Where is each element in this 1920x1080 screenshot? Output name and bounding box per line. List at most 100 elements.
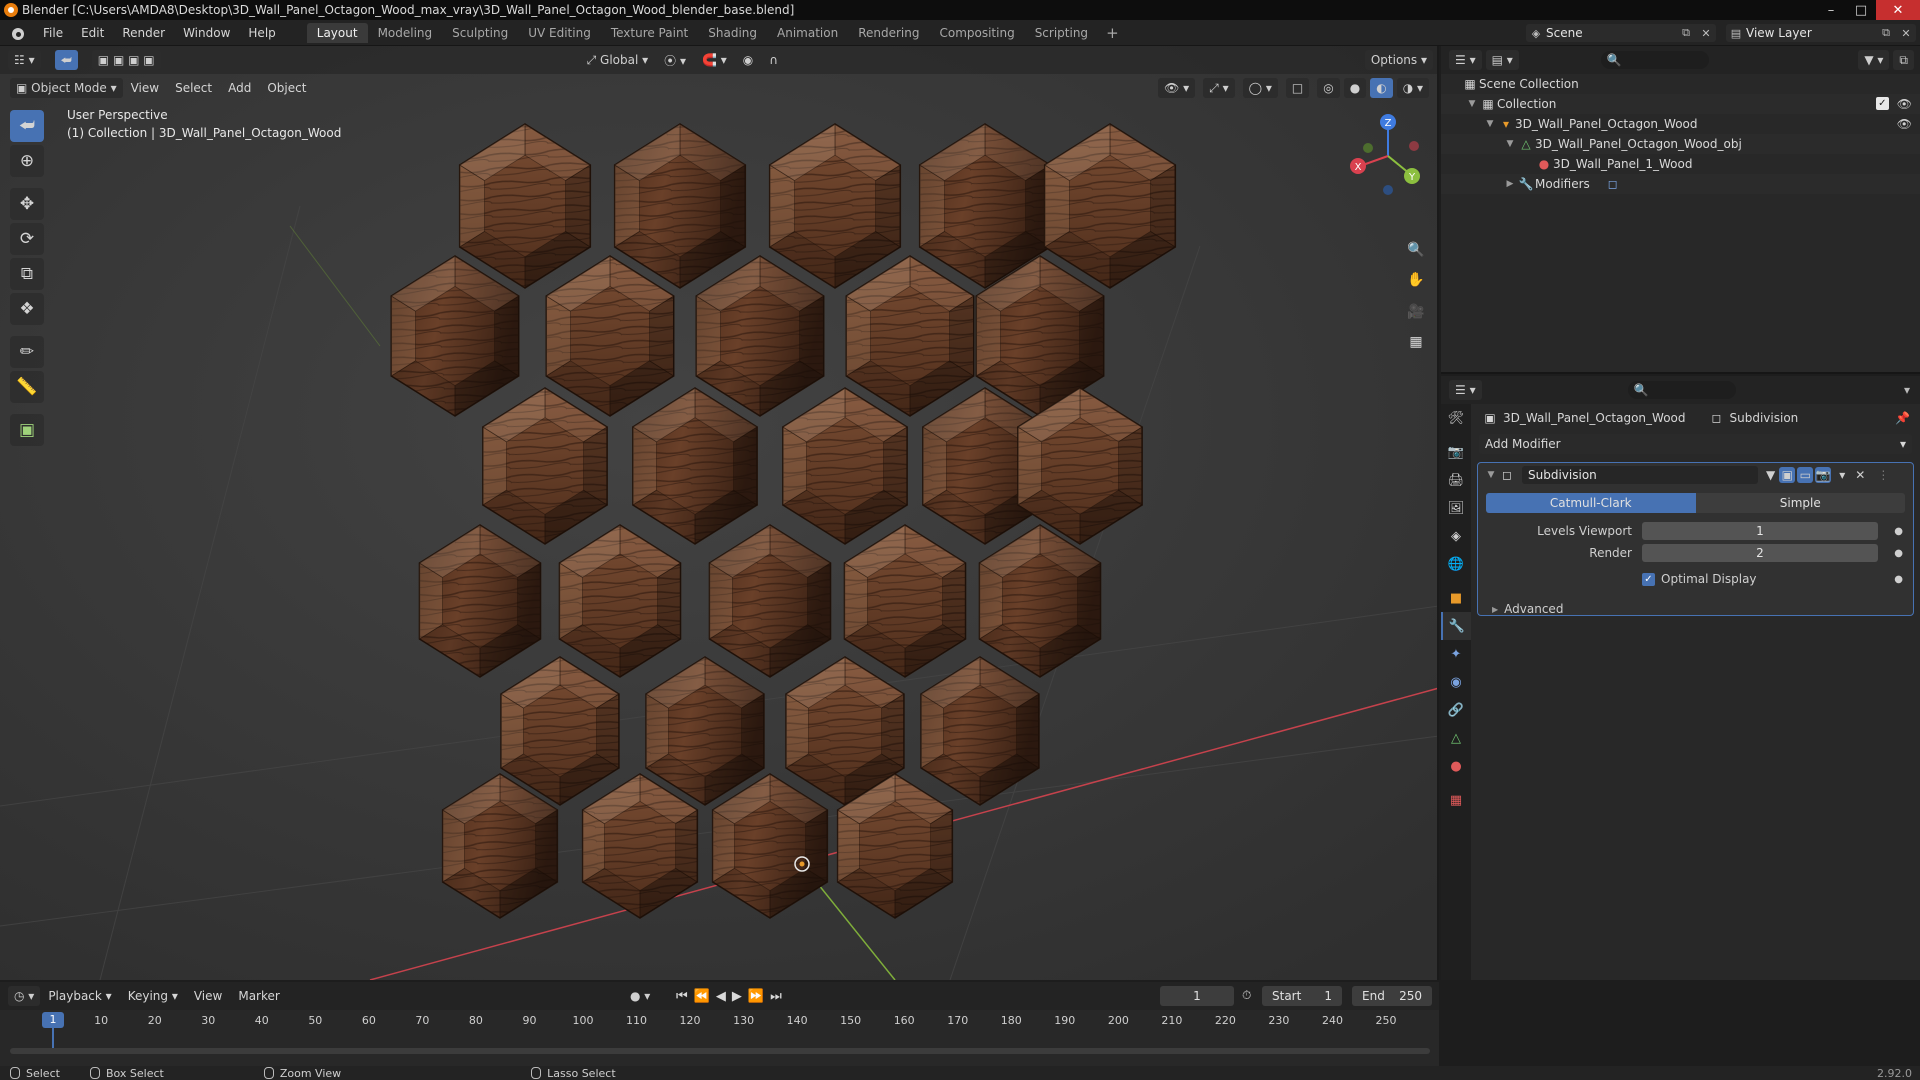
minimize-button[interactable]: – <box>1816 0 1846 20</box>
world-tab-icon[interactable]: 🌐 <box>1441 550 1471 578</box>
render-levels-field[interactable]: 2 <box>1642 544 1878 562</box>
viewport-display-toggle[interactable]: ▭ <box>1797 467 1814 483</box>
visibility-eye-icon[interactable]: 👁 <box>1897 117 1912 131</box>
proportional-falloff-dropdown[interactable]: ∩ <box>763 50 785 70</box>
filter-icon[interactable]: ▼ ▾ <box>1858 50 1890 70</box>
copy-icon[interactable]: ⧉ <box>1876 24 1896 42</box>
maximize-button[interactable]: □ <box>1846 0 1876 20</box>
view-layer-selector[interactable]: ▤ View Layer ⧉ ✕ <box>1726 24 1916 42</box>
shading-rendered-button[interactable]: ◑ ▾ <box>1396 78 1429 98</box>
remove-icon[interactable]: ✕ <box>1896 24 1916 42</box>
display-mode-dropdown[interactable]: ▤ ▾ <box>1485 50 1519 70</box>
menu-help[interactable]: Help <box>239 20 284 46</box>
timeline-scrollbar[interactable] <box>10 1048 1430 1054</box>
snap-toggle[interactable]: 🧲 ▾ <box>695 50 733 70</box>
collapse-arrow-icon[interactable]: ▶ <box>1503 179 1517 189</box>
outliner-editor-type-button[interactable]: ☰ ▾ <box>1449 50 1482 70</box>
constraints-tab-icon[interactable]: 🔗 <box>1441 696 1471 724</box>
timeline-menu-playback[interactable]: Playback ▾ <box>40 989 119 1003</box>
expand-arrow-icon[interactable]: ▼ <box>1465 99 1479 109</box>
tab-rendering[interactable]: Rendering <box>848 23 929 43</box>
menu-render[interactable]: Render <box>113 20 174 46</box>
tab-uv-editing[interactable]: UV Editing <box>518 23 601 43</box>
tab-sculpting[interactable]: Sculpting <box>442 23 518 43</box>
pivot-point-dropdown[interactable]: ⦿ ▾ <box>658 50 692 70</box>
catmull-clark-option[interactable]: Catmull-Clark <box>1486 493 1696 513</box>
visibility-eye-icon[interactable]: 👁 <box>1897 97 1912 111</box>
outliner-row-material[interactable]: ● 3D_Wall_Panel_1_Wood <box>1441 154 1920 174</box>
menu-file[interactable]: File <box>34 20 72 46</box>
tab-texture-paint[interactable]: Texture Paint <box>601 23 698 43</box>
end-frame-field[interactable]: End 250 <box>1352 986 1432 1006</box>
auto-keying-toggle[interactable]: ● ▾ <box>630 989 650 1003</box>
next-keyframe-icon[interactable]: ⏩ <box>748 989 770 1004</box>
visibility-dropdown[interactable]: 👁 ▾ <box>1158 78 1196 98</box>
texture-tab-icon[interactable]: ▦ <box>1441 786 1471 814</box>
shading-wireframe-button[interactable]: ◎ <box>1317 78 1340 98</box>
modifier-menu-icon[interactable]: ▾ <box>1839 468 1845 482</box>
select-tool-button[interactable]: ⮨ <box>54 50 78 70</box>
material-tab-icon[interactable]: ● <box>1441 752 1471 780</box>
add-modifier-dropdown[interactable]: Add Modifier ▾ <box>1479 434 1912 454</box>
play-reverse-icon[interactable]: ◀ <box>716 989 732 1004</box>
realtime-display-toggle[interactable]: ▣ <box>1779 467 1796 483</box>
tab-modeling[interactable]: Modeling <box>368 23 443 43</box>
prev-keyframe-icon[interactable]: ⏪ <box>694 989 716 1004</box>
keyframe-dot-icon[interactable]: ● <box>1894 574 1903 585</box>
viewport-menu-view[interactable]: View <box>123 81 167 95</box>
outliner-scene-collection[interactable]: ▦ Scene Collection <box>1441 74 1920 94</box>
viewport-menu-object[interactable]: Object <box>259 81 314 95</box>
drag-handle-icon[interactable]: ⋮ <box>1877 468 1889 482</box>
outliner-row-modifiers[interactable]: ▶ 🔧 Modifiers ◻ <box>1441 174 1920 194</box>
select-box-tool-icon[interactable]: ⮨ <box>10 110 44 142</box>
tab-layout[interactable]: Layout <box>306 22 368 43</box>
close-button[interactable]: ✕ <box>1876 0 1920 20</box>
blender-logo-icon[interactable] <box>10 25 26 41</box>
menu-edit[interactable]: Edit <box>72 20 113 46</box>
remove-modifier-icon[interactable]: ✕ <box>1855 468 1865 482</box>
gizmo-toggle[interactable]: ⤢ ▾ <box>1203 78 1235 98</box>
move-tool-icon[interactable]: ✥ <box>10 188 44 220</box>
options-dropdown[interactable]: Options ▾ <box>1364 50 1433 70</box>
proportional-editing-toggle[interactable]: ◉ <box>736 50 760 70</box>
shading-solid-button[interactable]: ● <box>1343 78 1367 98</box>
playhead-frame-badge[interactable]: 1 <box>42 1012 64 1028</box>
exclude-checkbox[interactable]: ✓ <box>1875 97 1889 110</box>
outliner-row-mesh[interactable]: ▼ △ 3D_Wall_Panel_Octagon_Wood_obj <box>1441 134 1920 154</box>
jump-end-icon[interactable]: ⏭ <box>770 989 788 1004</box>
play-icon[interactable]: ▶ <box>732 989 748 1004</box>
stopwatch-icon[interactable]: ⏱ <box>1242 988 1251 1003</box>
modifier-name-input[interactable]: Subdivision <box>1522 466 1758 484</box>
new-collection-icon[interactable]: ⧉ <box>1893 50 1914 70</box>
render-tab-icon[interactable]: 📷 <box>1441 438 1471 466</box>
start-frame-field[interactable]: Start 1 <box>1262 986 1342 1006</box>
tab-scripting[interactable]: Scripting <box>1025 23 1098 43</box>
add-cube-tool-icon[interactable]: ▣ <box>10 414 44 446</box>
pin-icon[interactable]: 📌 <box>1895 411 1910 425</box>
keyframe-dot-icon[interactable]: ● <box>1894 526 1903 537</box>
editor-type-button[interactable]: ☷ ▾ <box>8 50 41 70</box>
expand-arrow-icon[interactable]: ▼ <box>1503 139 1517 149</box>
camera-view-icon[interactable]: 🎥 <box>1402 298 1430 326</box>
tab-compositing[interactable]: Compositing <box>929 23 1024 43</box>
rotate-tool-icon[interactable]: ⟳ <box>10 223 44 255</box>
timeline-menu-view[interactable]: View <box>186 989 230 1003</box>
zoom-icon[interactable]: 🔍 <box>1402 236 1430 264</box>
copy-icon[interactable]: ⧉ <box>1676 24 1696 42</box>
editmode-toggle-icon[interactable]: ▼ <box>1766 468 1775 482</box>
cursor-tool-icon[interactable]: ⊕ <box>10 145 44 177</box>
levels-viewport-field[interactable]: 1 <box>1642 522 1878 540</box>
optimal-display-checkbox[interactable]: ✓ <box>1642 572 1655 586</box>
simple-option[interactable]: Simple <box>1695 493 1905 513</box>
select-mode-buttons[interactable]: ▣ ▣ ▣ ▣ <box>91 50 161 70</box>
ortho-grid-icon[interactable]: ▦ <box>1402 328 1430 356</box>
tool-tab-icon[interactable]: 🛠 <box>1441 404 1471 432</box>
outliner-row-object[interactable]: ▼ ▾ 3D_Wall_Panel_Octagon_Wood 👁 <box>1441 114 1920 134</box>
output-tab-icon[interactable]: 🖨 <box>1441 466 1471 494</box>
scene-tab-icon[interactable]: ◈ <box>1441 522 1471 550</box>
measure-tool-icon[interactable]: 📏 <box>10 371 44 403</box>
xray-toggle[interactable]: □ <box>1285 78 1310 98</box>
jump-start-icon[interactable]: ⏮ <box>676 989 694 1004</box>
tab-animation[interactable]: Animation <box>767 23 848 43</box>
shading-material-button[interactable]: ◐ <box>1370 78 1393 98</box>
